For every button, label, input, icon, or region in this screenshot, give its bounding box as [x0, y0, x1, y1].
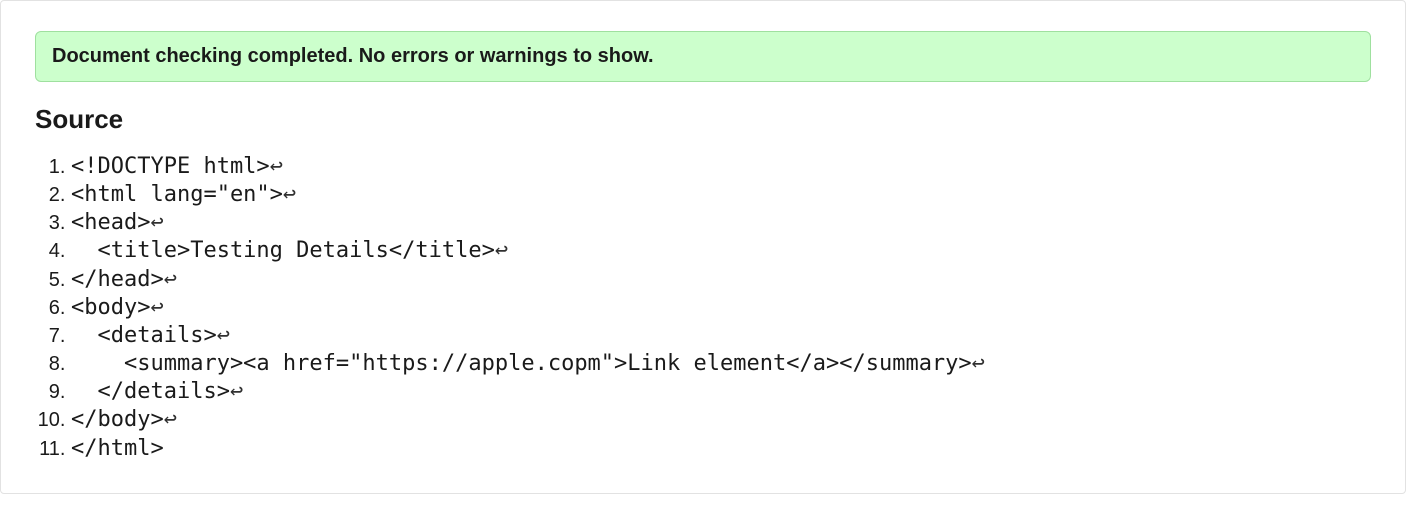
eol-icon: ↩	[164, 407, 177, 432]
code-text: <html lang="en">	[71, 182, 283, 207]
source-line: <details>↩	[71, 322, 1371, 350]
source-line: </body>↩	[71, 406, 1371, 434]
source-line: </details>↩	[71, 378, 1371, 406]
source-heading: Source	[35, 104, 1371, 135]
code-text: </details>	[71, 379, 230, 404]
eol-icon: ↩	[283, 182, 296, 207]
eol-icon: ↩	[217, 323, 230, 348]
eol-icon: ↩	[270, 154, 283, 179]
code-text: <summary><a href="https://apple.copm">Li…	[71, 351, 972, 376]
eol-icon: ↩	[972, 351, 985, 376]
success-message: Document checking completed. No errors o…	[52, 45, 654, 67]
source-line: <html lang="en">↩	[71, 181, 1371, 209]
validator-output-panel: Document checking completed. No errors o…	[0, 0, 1406, 494]
source-listing: <!DOCTYPE html>↩ <html lang="en">↩ <head…	[71, 153, 1371, 463]
eol-icon: ↩	[164, 267, 177, 292]
code-text: </head>	[71, 267, 164, 292]
code-text: <head>	[71, 210, 150, 235]
source-line: <body>↩	[71, 294, 1371, 322]
eol-icon: ↩	[495, 238, 508, 263]
success-banner: Document checking completed. No errors o…	[35, 31, 1371, 82]
source-line: <!DOCTYPE html>↩	[71, 153, 1371, 181]
code-text: </html>	[71, 436, 164, 461]
code-text: </body>	[71, 407, 164, 432]
code-text: <!DOCTYPE html>	[71, 154, 270, 179]
source-line: </head>↩	[71, 266, 1371, 294]
eol-icon: ↩	[150, 295, 163, 320]
source-line: </html>	[71, 435, 1371, 463]
source-line: <summary><a href="https://apple.copm">Li…	[71, 350, 1371, 378]
code-text: <title>Testing Details</title>	[71, 238, 495, 263]
eol-icon: ↩	[150, 210, 163, 235]
source-line: <title>Testing Details</title>↩	[71, 237, 1371, 265]
code-text: <body>	[71, 295, 150, 320]
code-text: <details>	[71, 323, 217, 348]
eol-icon: ↩	[230, 379, 243, 404]
source-line: <head>↩	[71, 209, 1371, 237]
